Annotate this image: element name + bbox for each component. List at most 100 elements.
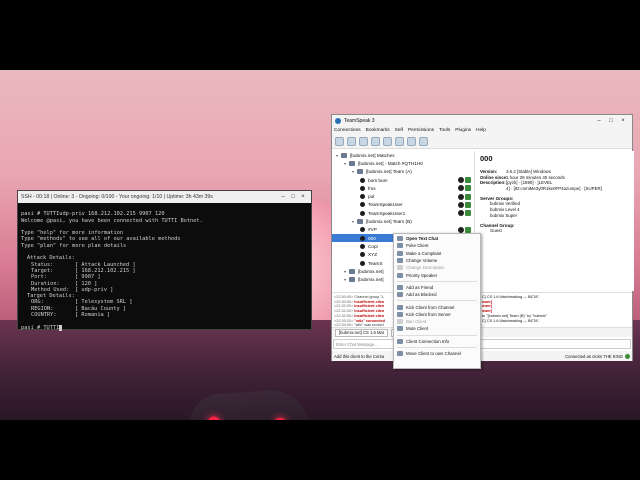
client-row[interactable]: fms [332,184,474,192]
menu-self[interactable]: Self [395,128,403,133]
terminal-output[interactable]: pasi # TUTTIudp-priv 168.212.102.215 990… [18,203,311,346]
close-icon[interactable]: × [617,118,629,124]
menu-permissions[interactable]: Permissions [408,128,434,133]
window-title: TeamSpeak 3 [344,117,375,124]
client-name: XYZ [368,252,378,258]
chat-timestamp: <22:32:20> [334,304,354,309]
info-value: 1 hour 28 minutes 40 seconds [506,174,565,180]
chat-input[interactable]: Enter Chat Message... [333,339,631,349]
menu-item-move-client-to-own-channel[interactable]: Move Client to own Channel [394,350,480,357]
status-connected-text: Connected as ctoirs THE KING [565,353,623,359]
client-name: Copi [368,243,378,249]
menu-separator [397,280,477,282]
channel-name: [bubmix.net] - Match #QTH1H0 [358,160,423,166]
client-status-icon [360,202,365,208]
menu-help[interactable]: Help [476,128,486,133]
menu-item-label: Poke Client [406,243,429,249]
minimize-icon[interactable]: – [593,118,605,124]
chat-timestamp: <22:30:00> [334,295,354,299]
menu-item-kick-client-from-channel[interactable]: Kick Client from Channel [394,303,480,310]
bookmark-icon[interactable] [359,137,368,146]
channel-icon [349,268,355,274]
client-row[interactable]: TeamSpeakUser1 [332,209,474,217]
channel-row[interactable]: ▾ [bubmix.net] - Match #QTH1H0 [332,159,474,167]
menu-item-label: Change Volume [406,258,438,264]
menu-bookmarks[interactable]: Bookmarks [366,128,390,133]
group-badges [458,185,474,192]
teamspeak-titlebar[interactable]: TeamSpeak 3 – □ × [332,115,632,126]
menu-connections[interactable]: Connections [334,128,361,133]
menu-item-client-connection-info[interactable]: Client Connection Info [394,338,480,345]
menu-plugins[interactable]: Plugins [455,128,471,133]
maximize-icon[interactable]: □ [605,118,617,124]
chat-tab[interactable]: [bubmix.net] CS 1.6 Mat [335,328,388,337]
minimize-icon[interactable]: – [278,194,288,200]
menu-separator [397,300,477,302]
close-icon[interactable]: × [298,194,308,200]
client-name: #VP [368,227,377,233]
menu-item-make-a-complaint[interactable]: Make a Complaint [394,250,480,257]
menu-item-change-volume[interactable]: Change Volume [394,257,480,264]
channel-icon [357,219,363,225]
menu-item-poke-client[interactable]: Poke Client [394,242,480,249]
menu-item-add-as-blocked[interactable]: Add as Blocked [394,291,480,298]
client-context-menu[interactable]: Open Text Chat Poke Client Make a Complain… [393,233,481,369]
target-detail-row-value: [ Telesystem SRL ] [75,299,133,306]
client-status-icon [360,177,365,183]
ban-client-icon [397,319,403,325]
client-row[interactable]: bum bum [332,176,474,184]
client-status-icon [360,185,365,191]
chat-message: Insufficient clien [354,309,385,314]
menu-item-open-text-chat[interactable]: Open Text Chat [394,235,480,242]
terminal-title: SSH - 00:18 | Online: 3 - Ongoing: 0/100… [21,194,213,200]
menu-item-label: Add as Friend [406,284,434,290]
menu-item-label: Mute Client [406,326,429,332]
group-badge-icon [458,201,464,208]
chat-timestamp: <22:33:20> [334,318,354,323]
client-name: TeamSpeakUser1 [368,210,406,216]
menu-item-priority-speaker[interactable]: Priority Speaker [394,271,480,278]
menu-tools[interactable]: Tools [439,128,450,133]
channel-row[interactable]: ▾ [bubmix.net] Matches [332,151,474,159]
menu-separator [397,346,477,348]
speaker-icon[interactable] [395,137,404,146]
teamspeak-window[interactable]: TeamSpeak 3 – □ × Connections Bookmarks Se… [331,114,634,361]
maximize-icon[interactable]: □ [288,194,298,200]
terminal-prompt[interactable]: pasi # TUTTI [21,324,308,331]
terminal-titlebar[interactable]: SSH - 00:18 | Online: 3 - Ongoing: 0/100… [18,191,311,203]
disconnect-icon[interactable] [347,137,356,146]
chat-message: "wilz" connected [354,318,385,323]
chat-icon[interactable] [407,137,416,146]
whisper-icon[interactable] [419,137,428,146]
chat-message: Channel group "L [354,295,384,299]
poke-client-icon [397,243,403,249]
channel-row[interactable]: ▾ [bubmix.net] Team (A) [332,168,474,176]
group-badge-icon [458,210,464,217]
menu-bar: Connections Bookmarks Self Permissions Tools… [332,126,632,135]
away-icon[interactable] [371,137,380,146]
chat-log[interactable]: <22:30:00> Channel group "L <22:30:50> In… [332,292,632,327]
tail-light [273,417,287,420]
menu-item-add-as-friend[interactable]: Add as Friend [394,284,480,291]
terminal-window[interactable]: SSH - 00:18 | Online: 3 - Ongoing: 0/100… [17,190,312,331]
group-badge-icon [465,201,471,208]
group-badges [458,210,474,217]
target-detail-row-label: COUNTRY: [31,312,57,319]
client-status-icon [360,210,365,216]
change-volume-icon [397,258,403,264]
menu-item-label: Client Connection Info [406,338,450,344]
menu-item-label: Make a Complaint [406,250,442,256]
client-name: 000 [480,154,493,163]
menu-item-mute-client[interactable]: Mute Client [394,325,480,332]
client-name: TeamS [368,260,383,266]
client-row[interactable]: pol [332,192,474,200]
info-value: [pyzk] · [1890] · [LEVEL [506,180,553,186]
open-text-chat-icon [397,236,403,242]
menu-item-kick-client-from-server[interactable]: Kick Client from Server [394,311,480,318]
menu-item-change-description: Change Description [394,264,480,271]
client-row[interactable]: TeamSpeakUser [332,201,474,209]
connect-icon[interactable] [335,137,344,146]
channel-row[interactable]: ▾ [bubmix.net] Team (B) [332,217,474,225]
client-name: 000 [368,235,376,241]
microphone-icon[interactable] [383,137,392,146]
